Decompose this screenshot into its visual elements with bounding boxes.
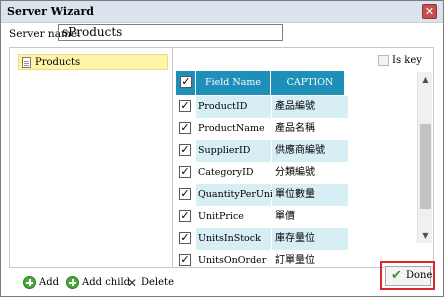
select-all-cell: ✓ [176, 71, 196, 95]
server-name-input[interactable]: sProducts [58, 24, 283, 41]
tree-item-label: Products [35, 57, 81, 68]
field-name-cell: CategoryID [196, 162, 271, 184]
close-button[interactable]: ✕ [422, 4, 437, 19]
caption-cell[interactable]: 產品編號 [272, 96, 348, 118]
scroll-down-arrow-icon[interactable]: ▼ [418, 228, 433, 243]
table-row[interactable]: ✓ ProductID 產品編號 [176, 96, 348, 118]
delete-label: Delete [141, 277, 174, 288]
table-row[interactable]: ✓ CategoryID 分類編號 [176, 162, 348, 184]
caption-cell[interactable]: 分類編號 [272, 162, 348, 184]
title-bar: Server Wizard ✕ [1, 1, 443, 23]
row-checkbox[interactable]: ✓ [179, 188, 191, 200]
field-name-cell: SupplierID [196, 140, 271, 162]
table-row[interactable]: ✓ UnitsInStock 庫存量位 [176, 228, 348, 250]
server-wizard-dialog: Server Wizard ✕ Server name: sProducts P… [0, 0, 444, 297]
is-key-label: Is key [392, 55, 422, 66]
row-checkbox[interactable]: ✓ [179, 254, 191, 266]
field-name-cell: UnitPrice [196, 206, 271, 228]
field-name-cell: UnitsInStock [196, 228, 271, 250]
row-checkbox[interactable]: ✓ [179, 232, 191, 244]
add-icon [23, 276, 36, 289]
table-row[interactable]: ✓ QuantityPerUnit 單位數量 [176, 184, 348, 206]
done-button[interactable]: ✔ Done [385, 266, 433, 286]
row-checkbox[interactable]: ✓ [179, 210, 191, 222]
caption-cell[interactable]: 單價 [272, 206, 348, 228]
checkmark-icon: ✔ [391, 268, 402, 283]
field-name-cell: ProductName [196, 118, 271, 140]
field-name-cell: UnitsOnOrder [196, 250, 271, 267]
row-checkbox[interactable]: ✓ [179, 144, 191, 156]
grid-header: ✓ Field Name CAPTION [176, 71, 344, 95]
caption-cell[interactable]: 庫存量位 [272, 228, 348, 250]
add-child-label: Add child [82, 277, 131, 288]
table-row[interactable]: ✓ ProductName 產品名稱 [176, 118, 348, 140]
add-child-icon [66, 276, 79, 289]
add-label: Add [39, 277, 60, 288]
field-name-cell: QuantityPerUnit [196, 184, 277, 206]
scroll-up-arrow-icon[interactable]: ▲ [418, 72, 433, 87]
window-title: Server Wizard [7, 5, 94, 18]
delete-icon: ✕ [127, 276, 138, 290]
caption-cell[interactable]: 產品名稱 [272, 118, 348, 140]
field-name-header: Field Name [196, 71, 271, 95]
document-icon [22, 57, 31, 68]
select-all-checkbox[interactable]: ✓ [180, 76, 192, 88]
caption-cell[interactable]: 訂單量位 [272, 250, 348, 267]
close-icon: ✕ [424, 5, 435, 18]
field-grid-pane: Is key ✓ Field Name CAPTION ✓ ProductID … [172, 47, 434, 268]
tree-item-products[interactable]: Products [18, 54, 168, 70]
vertical-scrollbar[interactable]: ▲ ▼ [417, 72, 432, 243]
row-checkbox[interactable]: ✓ [179, 122, 191, 134]
field-name-cell: ProductID [196, 96, 271, 118]
row-checkbox[interactable]: ✓ [179, 166, 191, 178]
caption-header: CAPTION [286, 77, 334, 88]
row-checkbox[interactable]: ✓ [179, 100, 191, 112]
done-label: Done [406, 270, 433, 281]
table-row[interactable]: ✓ UnitsOnOrder 訂單量位 [176, 250, 348, 267]
table-tree-pane: Products [9, 47, 172, 268]
field-grid: ✓ Field Name CAPTION ✓ ProductID 產品編號 ✓ … [173, 71, 433, 267]
is-key-checkbox[interactable] [378, 55, 389, 66]
caption-cell[interactable]: 供應商編號 [272, 140, 348, 162]
table-row[interactable]: ✓ SupplierID 供應商編號 [176, 140, 348, 162]
scrollbar-thumb[interactable] [420, 124, 431, 209]
table-row[interactable]: ✓ UnitPrice 單價 [176, 206, 348, 228]
caption-cell[interactable]: 單位數量 [272, 184, 348, 206]
